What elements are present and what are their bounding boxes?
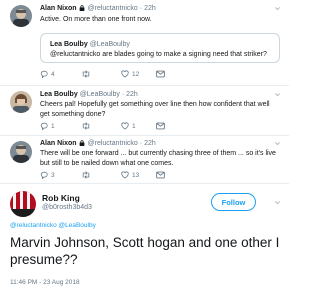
reply-icon bbox=[40, 122, 48, 130]
like-count: 12 bbox=[132, 70, 140, 78]
chevron-down-icon[interactable] bbox=[274, 5, 281, 12]
retweet-button[interactable] bbox=[81, 122, 94, 130]
author-handle[interactable]: @reluctantnicko bbox=[88, 5, 138, 12]
chevron-down-icon[interactable] bbox=[274, 140, 281, 147]
tweet-time[interactable]: 22h bbox=[126, 91, 138, 98]
envelope-icon bbox=[156, 70, 165, 78]
retweet-button[interactable] bbox=[81, 171, 94, 179]
quoted-tweet-header: Lea Boulby @LeaBoulby bbox=[50, 41, 130, 48]
separator-dot: · bbox=[139, 5, 143, 12]
heart-icon bbox=[121, 171, 129, 179]
author-name[interactable]: Alan Nixon bbox=[40, 140, 77, 147]
tweet[interactable]: Alan Nixon @reluctantnicko · 22h Active.… bbox=[0, 0, 289, 86]
retweet-icon bbox=[82, 70, 90, 78]
quoted-tweet[interactable]: Lea Boulby @LeaBoulby @reluctantnicko ar… bbox=[40, 33, 280, 63]
quoted-author-name: Lea Boulby bbox=[50, 41, 88, 48]
reply-count: 1 bbox=[51, 122, 55, 130]
main-tweet-text: Marvin Johnson, Scott hogan and one othe… bbox=[10, 235, 280, 267]
quoted-tweet-text: @reluctantnicko are blades going to make… bbox=[50, 51, 267, 58]
direct-message-button[interactable] bbox=[156, 122, 165, 130]
main-avatar[interactable] bbox=[10, 191, 36, 217]
retweet-icon bbox=[82, 171, 90, 179]
reply-button[interactable]: 1 bbox=[40, 122, 55, 130]
tweet-header: Alan Nixon @reluctantnicko · 22h bbox=[40, 140, 156, 147]
retweet-icon bbox=[82, 122, 90, 130]
author-name[interactable]: Lea Boulby bbox=[40, 91, 78, 98]
chevron-down-icon[interactable] bbox=[274, 199, 281, 206]
envelope-icon bbox=[156, 122, 165, 130]
reply-count: 4 bbox=[51, 70, 55, 78]
tweet-header: Alan Nixon @reluctantnicko · 22h bbox=[40, 5, 156, 12]
main-author-name[interactable]: Rob King bbox=[42, 193, 80, 203]
reply-button[interactable]: 4 bbox=[40, 70, 55, 78]
separator-dot: · bbox=[139, 140, 143, 147]
lock-icon bbox=[79, 140, 84, 146]
heart-icon bbox=[121, 70, 129, 78]
heart-icon bbox=[121, 122, 129, 130]
lock-icon bbox=[79, 5, 84, 11]
envelope-icon bbox=[156, 171, 165, 179]
replying-to: @reluctantnicko @LeaBoulby bbox=[10, 222, 96, 229]
like-button[interactable]: 1 bbox=[121, 122, 136, 130]
tweet-text: There will be one forward ... but curren… bbox=[40, 150, 276, 167]
avatar[interactable] bbox=[10, 5, 32, 27]
like-count: 1 bbox=[132, 122, 136, 130]
tweet-time[interactable]: 22h bbox=[144, 140, 156, 147]
direct-message-button[interactable] bbox=[156, 70, 165, 78]
main-tweet-timestamp[interactable]: 11:46 PM - 23 Aug 2018 bbox=[10, 279, 80, 286]
tweet-text: Cheers pal! Hopefully get something over… bbox=[40, 101, 270, 118]
author-handle[interactable]: @LeaBoulby bbox=[80, 91, 120, 98]
like-button[interactable]: 12 bbox=[121, 70, 139, 78]
tweet-time[interactable]: 22h bbox=[144, 5, 156, 12]
replying-to-users[interactable]: @reluctantnicko @LeaBoulby bbox=[10, 222, 96, 229]
quoted-author-handle: @LeaBoulby bbox=[89, 41, 130, 48]
tweet[interactable]: Alan Nixon @reluctantnicko · 22h There w… bbox=[0, 136, 289, 184]
separator-dot: · bbox=[121, 91, 125, 98]
direct-message-button[interactable] bbox=[156, 171, 165, 179]
retweet-button[interactable] bbox=[81, 70, 94, 78]
follow-button[interactable]: Follow bbox=[211, 193, 256, 211]
avatar[interactable] bbox=[10, 91, 32, 113]
reply-button[interactable]: 3 bbox=[40, 171, 55, 179]
avatar[interactable] bbox=[10, 141, 32, 163]
reply-icon bbox=[40, 171, 48, 179]
tweet[interactable]: Lea Boulby @LeaBoulby · 22h Cheers pal! … bbox=[0, 86, 289, 136]
author-name[interactable]: Alan Nixon bbox=[40, 5, 77, 12]
reply-count: 3 bbox=[51, 171, 55, 179]
author-handle[interactable]: @reluctantnicko bbox=[88, 140, 138, 147]
like-button[interactable]: 13 bbox=[121, 171, 139, 179]
main-author-handle[interactable]: @b0rosth3b4d3 bbox=[42, 204, 92, 211]
reply-icon bbox=[40, 70, 48, 78]
tweet-text: Active. On more than one front now. bbox=[40, 16, 152, 23]
like-count: 13 bbox=[132, 171, 140, 179]
chevron-down-icon[interactable] bbox=[274, 91, 281, 98]
tweet-header: Lea Boulby @LeaBoulby · 22h bbox=[40, 91, 138, 98]
